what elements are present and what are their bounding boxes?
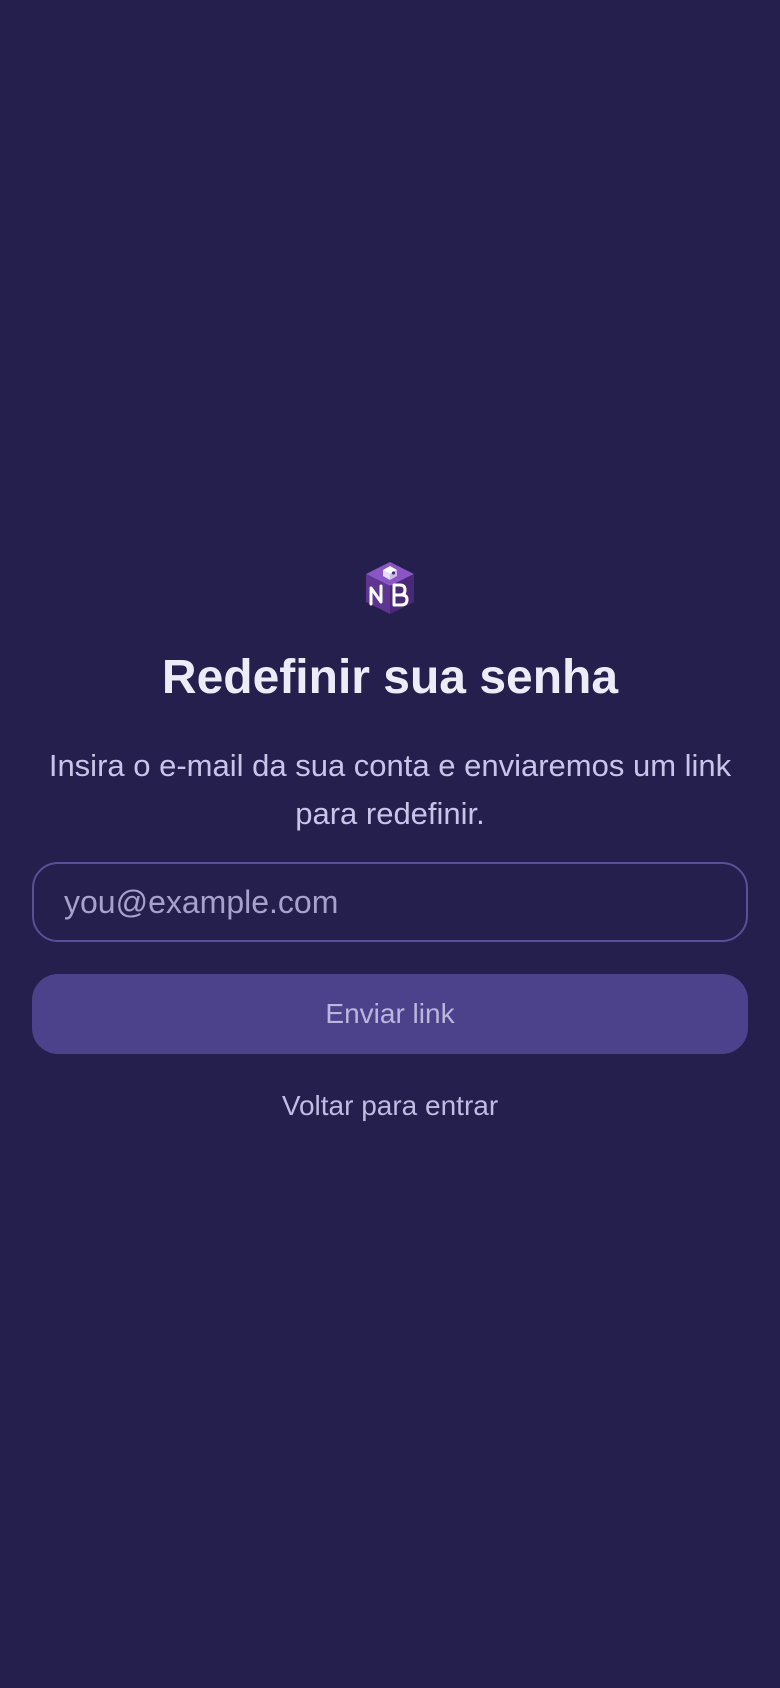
nb-cube-logo-icon <box>364 560 416 616</box>
send-link-label: Enviar link <box>325 998 455 1029</box>
send-link-button[interactable]: Enviar link <box>32 974 748 1054</box>
back-to-sign-in-link[interactable]: Voltar para entrar <box>0 1086 780 1126</box>
email-input[interactable] <box>34 864 746 940</box>
email-field[interactable] <box>32 862 748 942</box>
page-title: Redefinir sua senha <box>161 651 619 704</box>
reset-password-screen: Redefinir sua senha Insira o e-mail da s… <box>0 0 780 1688</box>
page-subtitle: Insira o e-mail da sua conta e enviaremo… <box>48 748 732 831</box>
